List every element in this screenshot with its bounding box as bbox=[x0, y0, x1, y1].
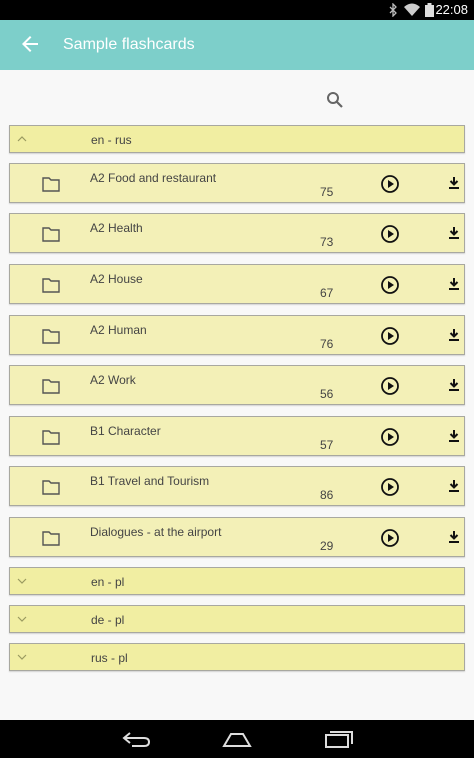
deck-row[interactable]: A2 House 67 bbox=[9, 264, 465, 304]
download-icon[interactable] bbox=[448, 429, 460, 443]
deck-name: A2 Human bbox=[90, 323, 147, 337]
folder-icon bbox=[42, 278, 60, 293]
deck-card-count: 29 bbox=[320, 539, 334, 553]
deck-row[interactable]: B1 Travel and Tourism 86 bbox=[9, 466, 465, 506]
wifi-icon bbox=[404, 3, 420, 16]
group-label: rus - pl bbox=[91, 651, 128, 665]
status-bar: 22:08 bbox=[0, 0, 474, 20]
play-icon[interactable] bbox=[380, 376, 400, 396]
play-icon[interactable] bbox=[380, 326, 400, 346]
deck-card-count: 76 bbox=[320, 337, 334, 351]
arrow-back-icon[interactable] bbox=[18, 32, 42, 56]
group-label: en - rus bbox=[91, 133, 132, 147]
chevron-up-icon bbox=[17, 136, 27, 142]
group-header-en-rus[interactable]: en - rus bbox=[9, 125, 465, 153]
deck-row[interactable]: A2 Human 76 bbox=[9, 315, 465, 355]
deck-card-count: 73 bbox=[320, 235, 334, 249]
group-header-en-pl[interactable]: en - pl bbox=[9, 567, 465, 595]
play-icon[interactable] bbox=[380, 528, 400, 548]
play-icon[interactable] bbox=[380, 477, 400, 497]
deck-row[interactable]: A2 Food and restaurant 75 bbox=[9, 163, 465, 203]
download-icon[interactable] bbox=[448, 479, 460, 493]
back-nav-icon[interactable] bbox=[120, 730, 152, 748]
download-icon[interactable] bbox=[448, 176, 460, 190]
download-icon[interactable] bbox=[448, 277, 460, 291]
download-icon[interactable] bbox=[448, 530, 460, 544]
home-nav-icon[interactable] bbox=[222, 730, 252, 748]
deck-row[interactable]: A2 Health 73 bbox=[9, 213, 465, 253]
play-icon[interactable] bbox=[380, 427, 400, 447]
search-icon[interactable] bbox=[325, 90, 345, 110]
group-label: en - pl bbox=[91, 575, 125, 589]
deck-card-count: 75 bbox=[320, 185, 334, 199]
chevron-down-icon bbox=[17, 578, 27, 584]
download-icon[interactable] bbox=[448, 226, 460, 240]
deck-card-count: 57 bbox=[320, 438, 334, 452]
group-header-rus-pl[interactable]: rus - pl bbox=[9, 643, 465, 671]
deck-card-count: 86 bbox=[320, 488, 334, 502]
bluetooth-icon bbox=[389, 3, 397, 17]
deck-row[interactable]: A2 Work 56 bbox=[9, 365, 465, 405]
deck-name: A2 House bbox=[90, 272, 143, 286]
app-bar: Sample flashcards bbox=[0, 20, 474, 70]
chevron-down-icon bbox=[17, 654, 27, 660]
deck-card-count: 67 bbox=[320, 286, 334, 300]
folder-icon bbox=[42, 430, 60, 445]
folder-icon bbox=[42, 480, 60, 495]
folder-icon bbox=[42, 177, 60, 192]
group-header-de-pl[interactable]: de - pl bbox=[9, 605, 465, 633]
clock-time: 22:08 bbox=[435, 2, 468, 17]
chevron-down-icon bbox=[17, 616, 27, 622]
system-navigation-bar bbox=[0, 720, 474, 758]
play-icon[interactable] bbox=[380, 275, 400, 295]
recents-nav-icon[interactable] bbox=[324, 730, 354, 748]
group-label: de - pl bbox=[91, 613, 125, 627]
folder-icon bbox=[42, 379, 60, 394]
folder-icon bbox=[42, 531, 60, 546]
download-icon[interactable] bbox=[448, 378, 460, 392]
deck-name: B1 Travel and Tourism bbox=[90, 474, 210, 488]
download-icon[interactable] bbox=[448, 328, 460, 342]
flashcards-list: en - rus A2 Food and restaurant 75 A2 He… bbox=[0, 70, 474, 720]
folder-icon bbox=[42, 227, 60, 242]
deck-name: Dialogues - at the airport bbox=[90, 525, 222, 539]
deck-name: B1 Character bbox=[90, 424, 161, 438]
deck-name: A2 Work bbox=[90, 373, 136, 387]
deck-row[interactable]: Dialogues - at the airport 29 bbox=[9, 517, 465, 557]
deck-card-count: 56 bbox=[320, 387, 334, 401]
battery-icon bbox=[425, 3, 434, 17]
deck-name: A2 Health bbox=[90, 221, 143, 235]
deck-row[interactable]: B1 Character 57 bbox=[9, 416, 465, 456]
page-title: Sample flashcards bbox=[63, 36, 195, 53]
folder-icon bbox=[42, 329, 60, 344]
play-icon[interactable] bbox=[380, 174, 400, 194]
play-icon[interactable] bbox=[380, 224, 400, 244]
deck-name: A2 Food and restaurant bbox=[90, 171, 217, 185]
